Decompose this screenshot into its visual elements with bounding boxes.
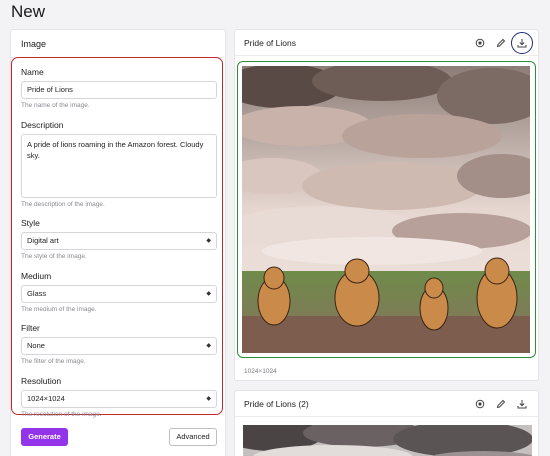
select-arrows-icon: ◆: [206, 343, 211, 349]
result-card-title-2: Pride of Lions (2): [244, 399, 309, 409]
form-card-title: Image: [21, 39, 47, 49]
image-resolution-caption: 1024×1024: [244, 368, 277, 375]
resolution-select-value: 1024×1024: [27, 394, 65, 403]
description-help: The description of the image.: [21, 201, 105, 208]
generated-image-highlight: [237, 61, 536, 358]
name-help: The name of the image.: [21, 102, 90, 109]
result-card-title: Pride of Lions: [244, 38, 296, 48]
result-card: Pride of Lions 1024×1024: [234, 29, 539, 381]
style-help: The style of the image.: [21, 253, 87, 260]
description-field[interactable]: A pride of lions roaming in the Amazon f…: [21, 134, 217, 198]
select-arrows-icon: ◆: [206, 291, 211, 297]
medium-label: Medium: [21, 271, 52, 281]
download-icon[interactable]: [516, 398, 528, 410]
style-select-value: Digital art: [27, 236, 59, 245]
view-icon[interactable]: [474, 37, 486, 49]
style-label: Style: [21, 218, 40, 228]
generate-button[interactable]: Generate: [21, 428, 68, 446]
medium-select-value: Glass: [27, 289, 47, 298]
edit-icon[interactable]: [495, 37, 507, 49]
download-icon[interactable]: [516, 37, 528, 49]
result-card-divider: [235, 416, 538, 417]
resolution-select[interactable]: 1024×1024 ◆: [21, 390, 217, 408]
generated-image-2[interactable]: [243, 425, 532, 456]
filter-label: Filter: [21, 323, 40, 333]
select-arrows-icon: ◆: [206, 396, 211, 402]
filter-select[interactable]: None ◆: [21, 337, 217, 355]
result-card-divider: [235, 55, 538, 56]
advanced-button[interactable]: Advanced: [169, 428, 217, 446]
name-field[interactable]: Pride of Lions: [21, 81, 217, 99]
resolution-label: Resolution: [21, 376, 62, 386]
filter-select-value: None: [27, 341, 45, 350]
image-form-card: Image Name Pride of Lions The name of th…: [10, 29, 226, 456]
style-select[interactable]: Digital art ◆: [21, 232, 217, 250]
name-label: Name: [21, 67, 44, 77]
medium-select[interactable]: Glass ◆: [21, 285, 217, 303]
generated-image[interactable]: [242, 66, 530, 353]
resolution-help: The resolution of the image.: [21, 411, 102, 418]
description-label: Description: [21, 120, 64, 130]
medium-help: The medium of the image.: [21, 306, 97, 313]
select-arrows-icon: ◆: [206, 238, 211, 244]
page-title: New: [11, 2, 46, 21]
filter-help: The filter of the image.: [21, 358, 86, 365]
result-card-2: Pride of Lions (2): [234, 390, 539, 456]
edit-icon[interactable]: [495, 398, 507, 410]
view-icon[interactable]: [474, 398, 486, 410]
